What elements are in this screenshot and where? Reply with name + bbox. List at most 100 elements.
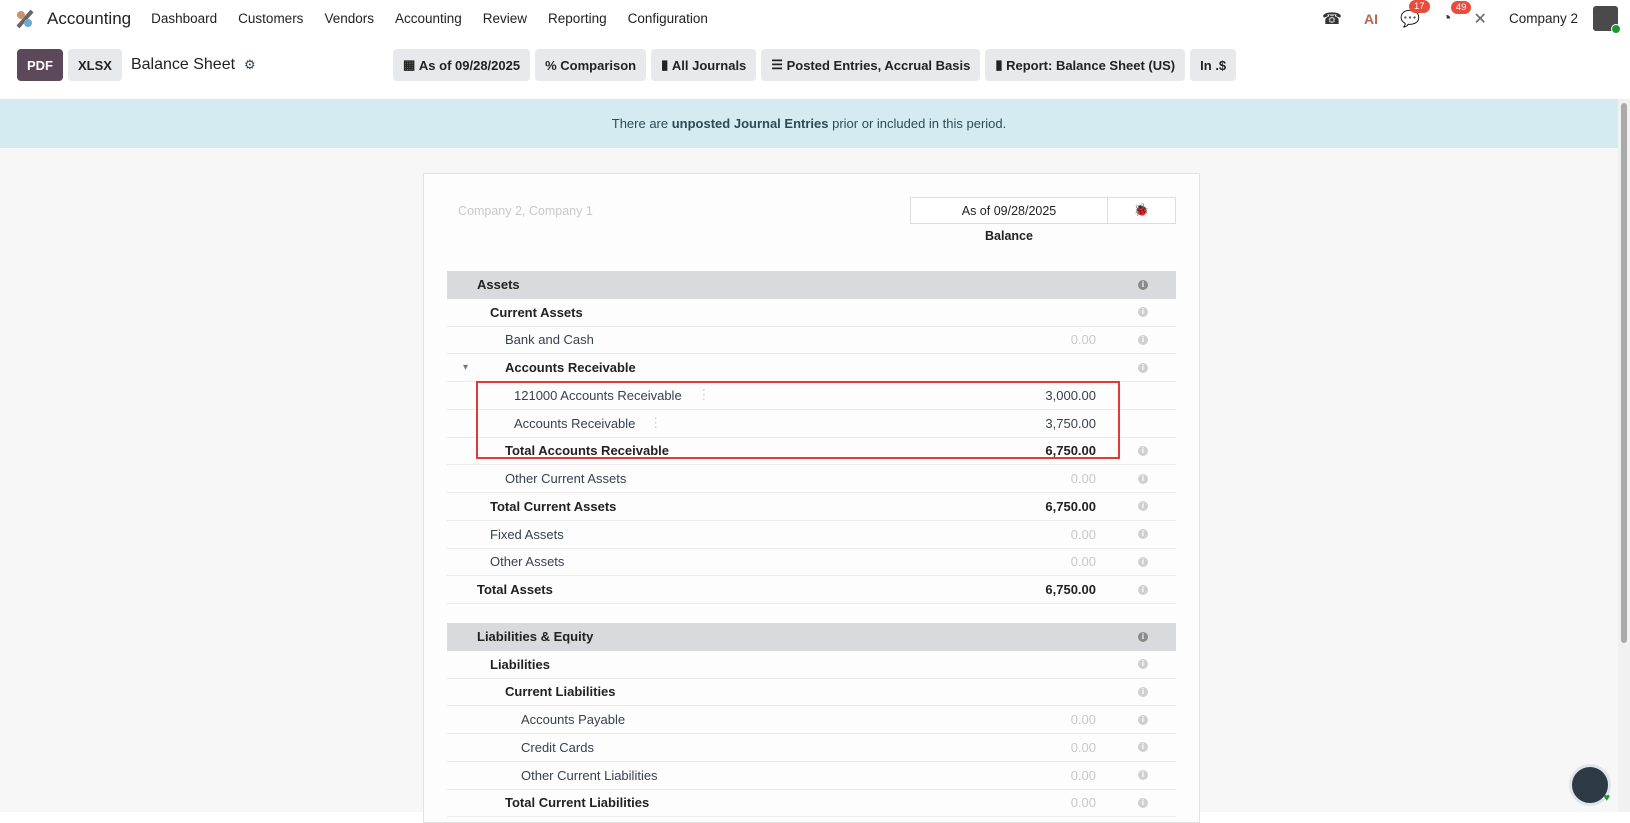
info-icon[interactable]: i bbox=[1138, 473, 1148, 484]
balance-column-header: Balance bbox=[985, 229, 1033, 243]
info-icon[interactable]: i bbox=[1138, 556, 1148, 567]
menu-customers[interactable]: Customers bbox=[238, 11, 303, 26]
info-icon[interactable]: i bbox=[1138, 742, 1148, 753]
line-label: Assets bbox=[477, 277, 520, 293]
report-line[interactable]: Credit Cards 0.00 i bbox=[447, 734, 1176, 762]
info-icon[interactable]: i bbox=[1138, 307, 1148, 318]
report-line[interactable]: Current Liabilities i bbox=[447, 679, 1176, 707]
debug-bug-icon[interactable]: 🐞 bbox=[1107, 197, 1176, 224]
scrollbar[interactable] bbox=[1618, 99, 1630, 812]
info-icon[interactable]: i bbox=[1138, 279, 1148, 290]
line-amount[interactable]: 6,750.00 bbox=[1045, 582, 1096, 597]
line-amount[interactable]: 0.00 bbox=[1071, 471, 1096, 486]
accounting-app-logo-icon[interactable] bbox=[15, 9, 35, 29]
info-icon[interactable]: i bbox=[1138, 584, 1148, 595]
line-label: Fixed Assets bbox=[490, 526, 564, 542]
filter-bar: ▦ As of 09/28/2025 % Comparison ▮ All Jo… bbox=[393, 49, 1241, 81]
report-line[interactable]: Current Assets i bbox=[447, 299, 1176, 327]
info-icon[interactable]: i bbox=[1138, 714, 1148, 725]
line-amount[interactable]: 0.00 bbox=[1071, 768, 1096, 783]
entries-filter-button[interactable]: ☰ Posted Entries, Accrual Basis bbox=[761, 49, 981, 81]
app-name[interactable]: Accounting bbox=[47, 9, 131, 29]
chat-icon[interactable]: 💬 17 bbox=[1400, 0, 1430, 29]
info-icon[interactable]: i bbox=[1138, 770, 1148, 781]
report-line[interactable]: Liabilities & Equity i bbox=[447, 623, 1176, 651]
report-line[interactable]: Total Current Liabilities 0.00 i bbox=[447, 790, 1176, 818]
info-icon[interactable]: i bbox=[1138, 659, 1148, 670]
report-variant-button[interactable]: ▮ Report: Balance Sheet (US) bbox=[985, 49, 1186, 81]
report-line[interactable]: Bank and Cash 0.00 i bbox=[447, 327, 1176, 355]
line-amount[interactable]: 0.00 bbox=[1071, 332, 1096, 347]
menu-reporting[interactable]: Reporting bbox=[548, 11, 607, 26]
line-amount[interactable]: 0.00 bbox=[1071, 554, 1096, 569]
menu-review[interactable]: Review bbox=[483, 11, 527, 26]
entries-filter-label: Posted Entries, Accrual Basis bbox=[786, 57, 971, 73]
menu-dashboard[interactable]: Dashboard bbox=[151, 11, 217, 26]
menu-configuration[interactable]: Configuration bbox=[628, 11, 708, 26]
rounding-button[interactable]: In .$ bbox=[1190, 49, 1237, 81]
info-icon[interactable]: i bbox=[1138, 362, 1148, 373]
xlsx-button[interactable]: XLSX bbox=[68, 49, 122, 81]
tools-icon[interactable]: ✕ bbox=[1474, 9, 1487, 29]
heart-icon: ♥ bbox=[1603, 792, 1610, 804]
user-avatar[interactable] bbox=[1593, 6, 1621, 34]
company-switcher[interactable]: Company 2 bbox=[1509, 11, 1578, 26]
line-label: Liabilities bbox=[490, 656, 550, 672]
line-amount[interactable]: 6,750.00 bbox=[1045, 499, 1096, 514]
comparison-button[interactable]: % Comparison bbox=[535, 49, 647, 81]
report-actions: PDF XLSX Balance Sheet ⚙ bbox=[17, 49, 256, 81]
phone-icon[interactable]: ☎ bbox=[1322, 9, 1342, 29]
info-icon[interactable]: i bbox=[1138, 631, 1148, 642]
date-filter-button[interactable]: ▦ As of 09/28/2025 bbox=[393, 49, 531, 81]
line-label: Current Assets bbox=[490, 304, 583, 320]
activity-clock-icon[interactable]: ◔ 49 bbox=[1442, 0, 1472, 28]
report-line[interactable]: Total Current Assets 6,750.00 i bbox=[447, 493, 1176, 521]
line-amount[interactable]: 0.00 bbox=[1071, 740, 1096, 755]
journals-button[interactable]: ▮ All Journals bbox=[651, 49, 757, 81]
line-label: Other Assets bbox=[490, 554, 565, 570]
info-icon[interactable]: i bbox=[1138, 797, 1148, 808]
line-amount[interactable]: 0.00 bbox=[1071, 712, 1096, 727]
page-title: Balance Sheet bbox=[130, 56, 236, 73]
report-line[interactable]: Liabilities i bbox=[447, 651, 1176, 679]
info-icon[interactable]: i bbox=[1138, 501, 1148, 512]
menu-vendors[interactable]: Vendors bbox=[324, 11, 374, 26]
info-icon[interactable]: i bbox=[1138, 445, 1148, 456]
info-icon[interactable]: i bbox=[1138, 334, 1148, 345]
line-label: Other Current Assets bbox=[505, 471, 627, 487]
report-line[interactable]: ▾ Accounts Receivable i bbox=[447, 354, 1176, 382]
report-line[interactable]: Fixed Assets 0.00 i bbox=[447, 521, 1176, 549]
menu-accounting[interactable]: Accounting bbox=[395, 11, 462, 26]
book-icon: ▮ bbox=[995, 57, 1007, 72]
line-label: Total Current Assets bbox=[490, 498, 617, 514]
report-line[interactable]: Total Assets 6,750.00 i bbox=[447, 576, 1176, 604]
line-amount[interactable]: 0.00 bbox=[1071, 527, 1096, 542]
info-icon[interactable]: i bbox=[1138, 529, 1148, 540]
report-line[interactable]: Assets i bbox=[447, 271, 1176, 299]
report-line[interactable]: Other Current Liabilities 0.00 i bbox=[447, 762, 1176, 790]
report-line[interactable]: Other Assets 0.00 i bbox=[447, 549, 1176, 577]
alert-text: There are bbox=[611, 116, 672, 131]
scrollbar-thumb[interactable] bbox=[1621, 103, 1627, 643]
gear-icon[interactable]: ⚙ bbox=[244, 57, 256, 73]
line-label: Liabilities & Equity bbox=[477, 629, 594, 645]
livechat-button[interactable]: ♥ bbox=[1569, 764, 1611, 806]
report-line[interactable]: Accounts Payable 0.00 i bbox=[447, 706, 1176, 734]
unposted-entries-link[interactable]: unposted Journal Entries bbox=[672, 116, 829, 131]
activity-badge: 49 bbox=[1450, 0, 1472, 14]
line-label: Accounts Receivable bbox=[505, 360, 636, 376]
unposted-entries-alert: There are unposted Journal Entries prior… bbox=[0, 99, 1618, 148]
line-label: Total Current Liabilities bbox=[505, 795, 650, 811]
line-label: Accounts Payable bbox=[521, 712, 626, 728]
alert-text-end: prior or included in this period. bbox=[828, 116, 1007, 131]
line-amount[interactable]: 0.00 bbox=[1071, 795, 1096, 810]
info-icon[interactable]: i bbox=[1138, 686, 1148, 697]
line-label: Other Current Liabilities bbox=[521, 767, 658, 783]
caret-down-icon[interactable]: ▾ bbox=[463, 362, 468, 373]
pdf-button[interactable]: PDF bbox=[17, 49, 63, 81]
ai-icon[interactable]: AI bbox=[1364, 11, 1378, 27]
calendar-icon: ▦ bbox=[403, 57, 419, 72]
line-label: Bank and Cash bbox=[505, 332, 594, 348]
report-line[interactable]: Other Current Assets 0.00 i bbox=[447, 465, 1176, 493]
